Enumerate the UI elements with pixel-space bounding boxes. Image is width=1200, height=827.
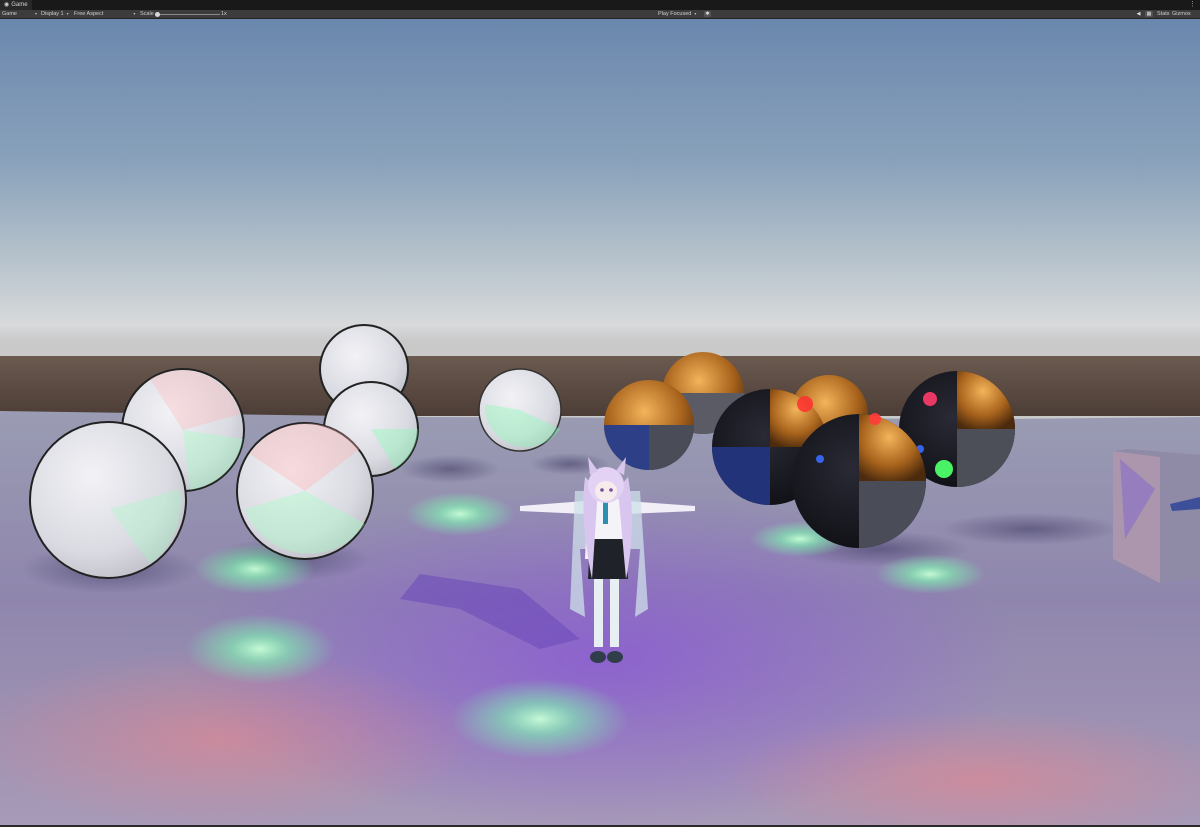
chevron-down-icon: ▾ xyxy=(34,11,37,16)
character-left-leg xyxy=(594,579,603,647)
window-title-bar: ◉ Game ⋮ xyxy=(0,0,1200,10)
tab-game[interactable]: ◉ Game xyxy=(0,0,32,10)
game-viewport[interactable] xyxy=(0,19,1200,825)
chevron-down-icon: ▾ xyxy=(694,11,697,16)
game-controller-icon: ◉ xyxy=(4,2,10,8)
character-right-shoe xyxy=(607,651,623,663)
green-light-spot xyxy=(450,679,630,759)
aspect-dropdown-label: Free Aspect xyxy=(74,11,104,17)
speaker-icon[interactable]: ◀ xyxy=(1135,11,1142,17)
character-right-eye xyxy=(609,488,613,492)
aspect-dropdown[interactable]: Free Aspect ▾ xyxy=(74,10,135,18)
bug-icon[interactable]: ✱ xyxy=(704,11,711,17)
character-right-leg xyxy=(610,579,619,647)
red-glow-dot xyxy=(869,413,881,425)
gizmos-label: Gizmos xyxy=(1172,11,1191,17)
stats-label: Stats xyxy=(1157,11,1170,17)
red-glow-dot xyxy=(923,392,937,406)
blue-glow-dot xyxy=(816,455,824,463)
red-glow-dot xyxy=(797,396,813,412)
more-options-icon[interactable]: ⋮ xyxy=(1189,0,1196,10)
sphere-shadow xyxy=(940,513,1120,545)
display-dropdown-label: Display 1 xyxy=(41,11,64,17)
play-mode-dropdown-label: Play Focused xyxy=(658,11,692,17)
sphere-shadow xyxy=(400,455,500,483)
green-light-spot xyxy=(185,614,335,684)
mode-dropdown[interactable]: Game ▾ xyxy=(2,10,37,18)
mode-dropdown-label: Game xyxy=(2,11,17,17)
scale-label: Scale xyxy=(140,11,154,17)
play-mode-dropdown[interactable]: Play Focused ▾ xyxy=(658,10,696,18)
scale-slider-track[interactable] xyxy=(158,13,220,15)
game-toolbar: Game ▾ Display 1 ▾ Free Aspect ▾ Scale 1… xyxy=(0,10,1200,19)
chevron-down-icon: ▾ xyxy=(133,11,136,16)
green-glow-dot xyxy=(935,460,953,478)
character-left-shoe xyxy=(590,651,606,663)
character-left-eye xyxy=(600,488,604,492)
scale-slider-handle[interactable] xyxy=(155,11,160,17)
stats-button[interactable]: Stats xyxy=(1157,10,1170,18)
scene-render xyxy=(0,324,1200,825)
character-tie xyxy=(603,502,608,524)
scale-value: 1x xyxy=(221,11,227,17)
green-light-spot xyxy=(875,554,985,594)
gizmos-button[interactable]: Gizmos xyxy=(1172,10,1191,18)
chevron-down-icon: ▾ xyxy=(66,11,69,16)
character-face xyxy=(595,481,617,501)
display-dropdown[interactable]: Display 1 ▾ xyxy=(41,10,69,18)
grid-icon[interactable]: ▦ xyxy=(1145,11,1153,17)
green-light-spot xyxy=(405,492,515,536)
tab-game-label: Game xyxy=(11,2,28,8)
